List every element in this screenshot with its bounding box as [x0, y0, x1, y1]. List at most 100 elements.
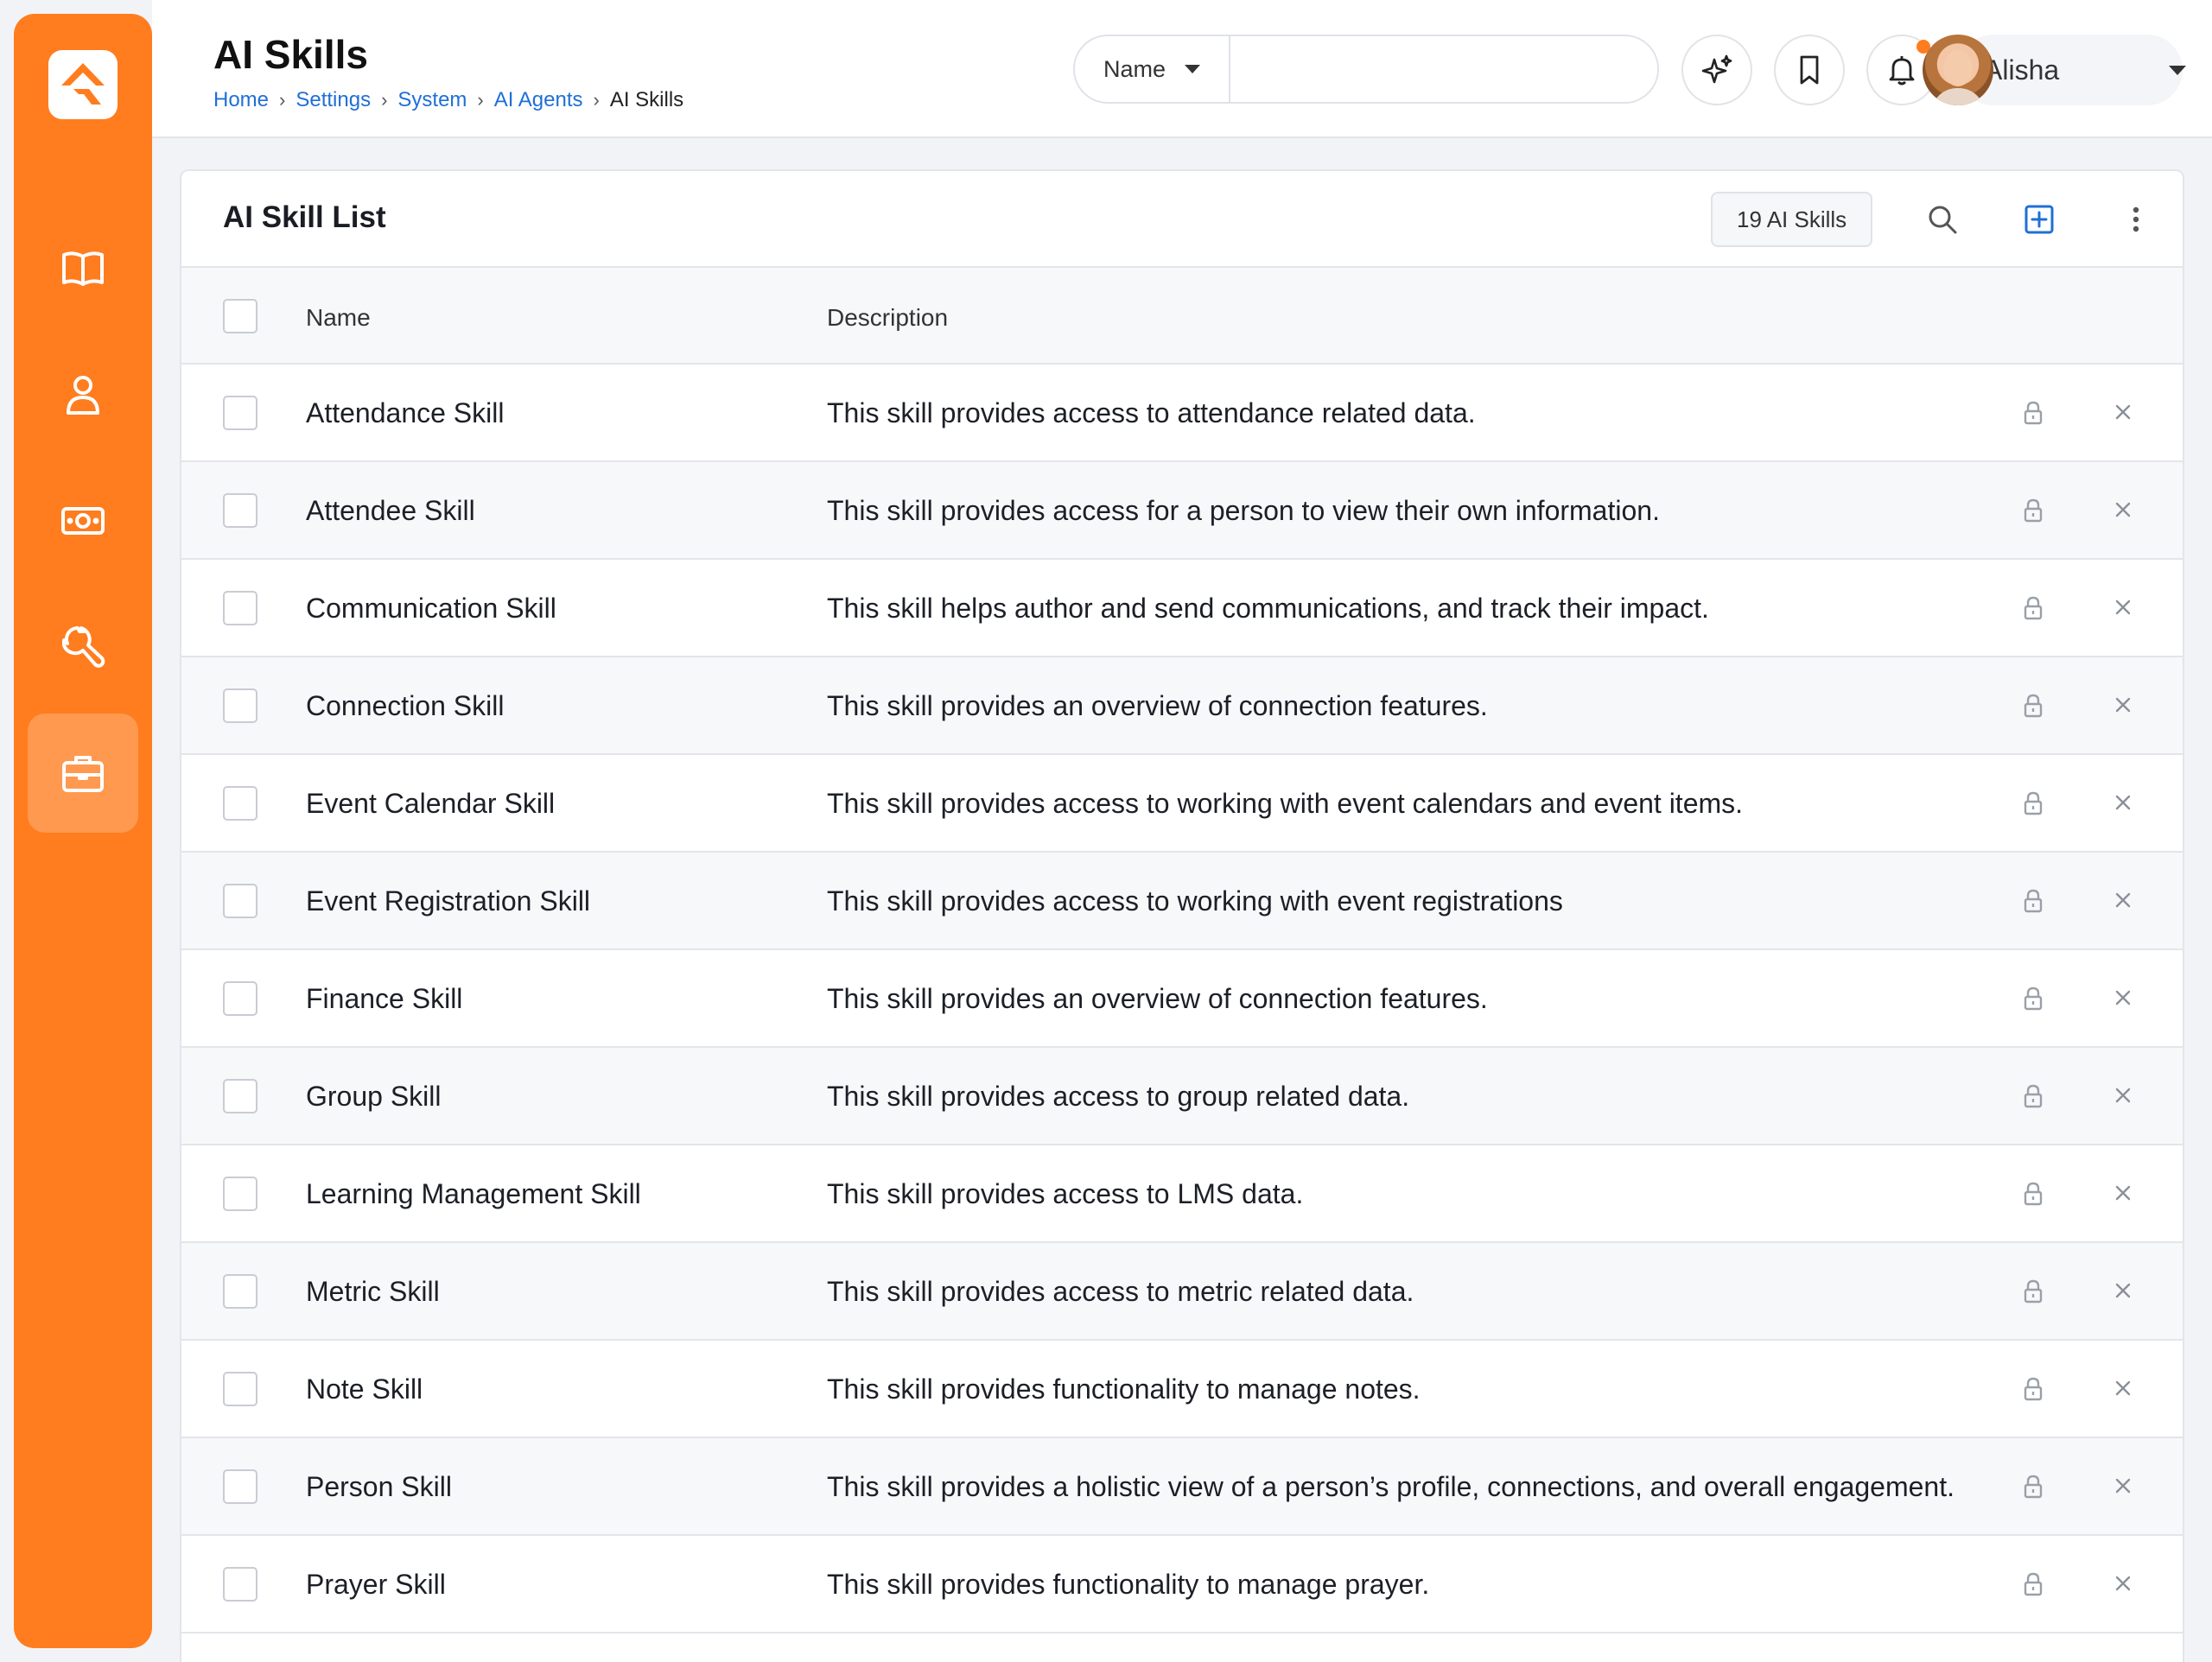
- row-checkbox[interactable]: [223, 396, 257, 430]
- lock-icon: [2024, 401, 2043, 425]
- nav-item-finance[interactable]: [28, 461, 138, 580]
- close-icon[interactable]: [2110, 497, 2136, 523]
- nav-item-tools[interactable]: [28, 587, 138, 707]
- lock-icon: [2024, 791, 2043, 815]
- skill-description: This skill provides access to working wi…: [827, 788, 1744, 819]
- add-skill-button[interactable]: [2013, 193, 2065, 245]
- close-icon[interactable]: [2110, 1570, 2136, 1596]
- table-row[interactable]: Attendance Skill This skill provides acc…: [181, 365, 2183, 462]
- close-icon[interactable]: [2110, 1180, 2136, 1206]
- search-icon: [1929, 206, 1957, 234]
- skill-description: This skill provides an overview of conne…: [827, 690, 1488, 721]
- ai-assistant-button[interactable]: [1681, 35, 1752, 105]
- search-bar: Name: [1073, 35, 1659, 104]
- skill-description: This skill provides a holistic view of a…: [827, 1471, 1955, 1502]
- skill-name: Finance Skill: [306, 983, 463, 1014]
- table-row[interactable]: Learning Management Skill This skill pro…: [181, 1145, 2183, 1243]
- close-icon[interactable]: [2110, 985, 2136, 1011]
- table-row[interactable]: Prayer Skill This skill provides functio…: [181, 1536, 2183, 1633]
- row-checkbox[interactable]: [223, 1469, 257, 1504]
- search-filter-label: Name: [1103, 55, 1166, 82]
- breadcrumb-ai-agents[interactable]: AI Agents: [494, 88, 583, 112]
- skill-description: This skill provides access to attendance…: [827, 397, 1476, 428]
- close-icon[interactable]: [2110, 399, 2136, 425]
- search-input[interactable]: [1230, 36, 1657, 102]
- row-checkbox[interactable]: [223, 786, 257, 821]
- column-header-description[interactable]: Description: [827, 304, 948, 332]
- close-icon[interactable]: [2110, 1473, 2136, 1499]
- close-icon[interactable]: [2110, 594, 2136, 620]
- skill-name: Attendee Skill: [306, 495, 475, 526]
- bell-icon: [1889, 56, 1915, 86]
- close-icon[interactable]: [2110, 887, 2136, 913]
- table-row[interactable]: Metric Skill This skill provides access …: [181, 1243, 2183, 1341]
- skill-name: Person Skill: [306, 1471, 452, 1502]
- card-header: AI Skill List 19 AI Skills: [181, 171, 2183, 268]
- table-row[interactable]: Event Calendar Skill This skill provides…: [181, 755, 2183, 853]
- close-icon[interactable]: [2110, 1278, 2136, 1304]
- skill-description: This skill helps author and send communi…: [827, 593, 1709, 624]
- table-row[interactable]: Note Skill This skill provides functiona…: [181, 1341, 2183, 1438]
- caret-down-icon: [1185, 65, 1201, 73]
- money-icon: [61, 507, 105, 535]
- lock-icon: [2024, 1475, 2043, 1499]
- table-row[interactable]: Attendee Skill This skill provides acces…: [181, 462, 2183, 560]
- nav-item-people[interactable]: [28, 335, 138, 454]
- row-checkbox[interactable]: [223, 1567, 257, 1602]
- select-all-checkbox[interactable]: [223, 299, 257, 333]
- row-checkbox[interactable]: [223, 591, 257, 625]
- bookmark-button[interactable]: [1774, 35, 1845, 105]
- breadcrumb-system[interactable]: System: [397, 88, 467, 112]
- close-icon[interactable]: [2110, 692, 2136, 718]
- close-icon[interactable]: [2110, 1082, 2136, 1108]
- lock-icon: [2024, 1084, 2043, 1108]
- table-row[interactable]: Group Skill This skill provides access t…: [181, 1048, 2183, 1145]
- search-button[interactable]: [1916, 193, 1968, 245]
- table-row[interactable]: Event Registration Skill This skill prov…: [181, 853, 2183, 950]
- skill-name: Note Skill: [306, 1373, 423, 1405]
- table-row[interactable]: Communication Skill This skill helps aut…: [181, 560, 2183, 657]
- skill-description: This skill provides functionality to man…: [827, 1569, 1430, 1600]
- close-icon[interactable]: [2110, 1375, 2136, 1401]
- skill-name: Communication Skill: [306, 593, 556, 624]
- table-row[interactable]: Connection Skill This skill provides an …: [181, 657, 2183, 755]
- row-checkbox[interactable]: [223, 493, 257, 528]
- more-options-button[interactable]: [2110, 193, 2162, 245]
- more-vertical-icon: [2133, 206, 2139, 232]
- book-icon: [62, 251, 104, 286]
- plus-square-icon: [2024, 205, 2054, 234]
- table-body: Attendance Skill This skill provides acc…: [181, 365, 2183, 1633]
- lock-icon: [2024, 498, 2043, 523]
- table-row[interactable]: Finance Skill This skill provides an ove…: [181, 950, 2183, 1048]
- chevron-right-icon: ›: [279, 89, 286, 111]
- sidebar: [14, 14, 152, 1648]
- row-checkbox[interactable]: [223, 1274, 257, 1309]
- rock-logo-icon[interactable]: [48, 50, 118, 119]
- lock-icon: [2024, 1279, 2043, 1304]
- column-header-name[interactable]: Name: [306, 304, 371, 332]
- breadcrumb-settings[interactable]: Settings: [296, 88, 371, 112]
- row-checkbox[interactable]: [223, 1079, 257, 1113]
- row-checkbox[interactable]: [223, 1372, 257, 1406]
- row-checkbox[interactable]: [223, 1177, 257, 1211]
- search-filter-select[interactable]: Name: [1075, 36, 1230, 102]
- row-checkbox[interactable]: [223, 884, 257, 918]
- table-row[interactable]: Person Skill This skill provides a holis…: [181, 1438, 2183, 1536]
- breadcrumb: Home › Settings › System › AI Agents › A…: [213, 88, 683, 112]
- lock-icon: [2024, 1377, 2043, 1401]
- nav-item-admin[interactable]: [28, 714, 138, 833]
- skill-description: This skill provides access to working wi…: [827, 885, 1563, 917]
- row-checkbox[interactable]: [223, 688, 257, 723]
- card-title: AI Skill List: [223, 200, 386, 234]
- skill-name: Prayer Skill: [306, 1569, 446, 1600]
- row-checkbox[interactable]: [223, 981, 257, 1016]
- table-header: Name Description: [181, 268, 2183, 365]
- chevron-right-icon: ›: [593, 89, 600, 111]
- chevron-right-icon: ›: [477, 89, 484, 111]
- close-icon[interactable]: [2110, 790, 2136, 815]
- skill-name: Metric Skill: [306, 1276, 440, 1307]
- nav-item-book[interactable]: [28, 209, 138, 328]
- caret-down-icon[interactable]: [2169, 66, 2186, 75]
- avatar[interactable]: [1923, 35, 1993, 105]
- breadcrumb-home[interactable]: Home: [213, 88, 269, 112]
